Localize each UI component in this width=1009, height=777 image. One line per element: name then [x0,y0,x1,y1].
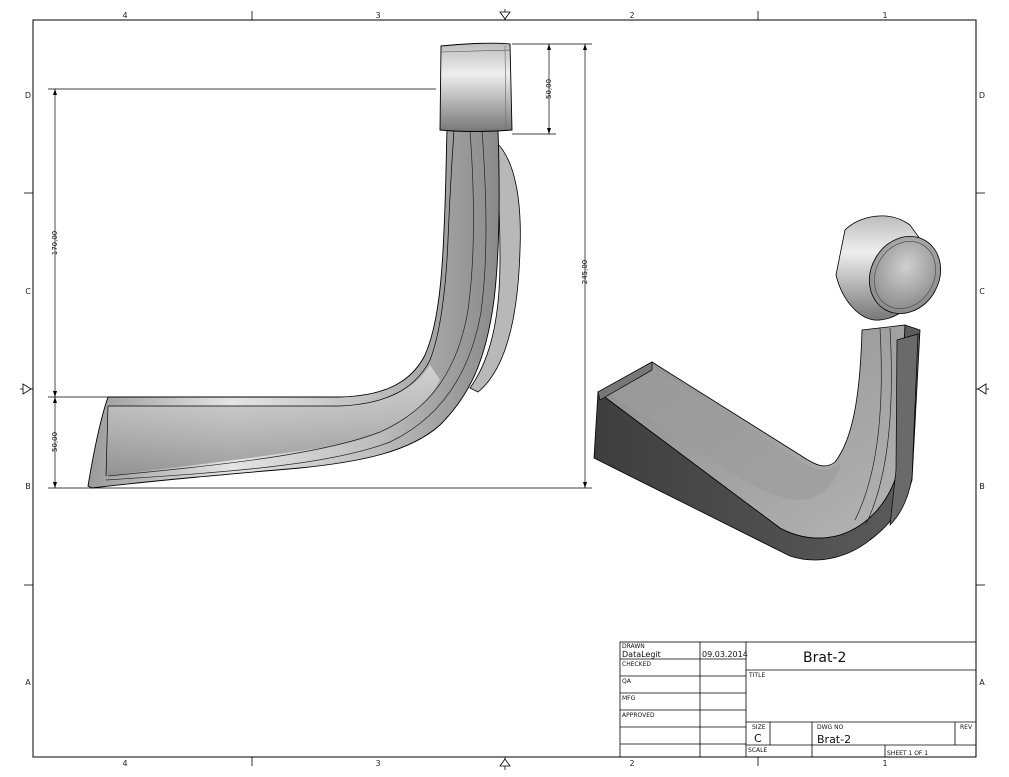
arm-inner-edge [108,129,455,407]
size-label: SIZE [752,724,766,731]
zone-label-bottom-1: 1 [882,759,887,768]
dim-top-height: 50,00 [545,79,553,99]
front-view [87,42,521,489]
drawn-by-value: DataLegit [622,650,661,659]
zone-label-bottom-3: 3 [375,759,380,768]
approved-label: APPROVED [622,712,655,719]
boss-cylinder [439,42,513,132]
title-label: TITLE [748,672,765,679]
drawing-sheet: 4 3 2 1 4 3 2 1 D C B A D C B A 50,00 24… [20,9,989,770]
part-name: Brat-2 [803,650,846,666]
dim-overall-height: 245,00 [581,260,589,285]
size-value: C [754,732,762,745]
dim-upper-length: 170,00 [51,231,59,256]
zone-label-right-d: D [979,91,985,100]
zone-label-left-b: B [25,482,31,491]
zone-label-top-3: 3 [375,11,380,20]
dwg-no-label: DWG NO [817,724,844,731]
zone-label-top-4: 4 [122,11,127,20]
zone-label-right-c: C [979,287,985,296]
scale-label: SCALE [748,747,767,754]
rev-label: REV [960,724,973,731]
zone-label-right-a: A [979,678,985,687]
zone-label-bottom-2: 2 [629,759,634,768]
zone-label-right-b: B [979,482,985,491]
zone-label-left-a: A [25,678,31,687]
zone-label-left-c: C [25,287,31,296]
dim-bottom-height: 50,00 [51,432,59,452]
mfg-label: MFG [622,695,636,702]
zone-label-left-d: D [25,91,31,100]
title-block [619,641,977,758]
dwg-no-value: Brat-2 [817,733,851,746]
checked-label: CHECKED [622,661,651,668]
qa-label: QA [622,678,632,685]
drawn-label: DRAWN [622,643,645,650]
drawn-date-value: 09.03.2014 [702,650,748,659]
isometric-view [593,215,941,561]
zone-label-top-2: 2 [629,11,634,20]
zone-label-bottom-4: 4 [122,759,127,768]
zone-label-top-1: 1 [882,11,887,20]
sheet-label: SHEET 1 OF 1 [887,750,928,757]
